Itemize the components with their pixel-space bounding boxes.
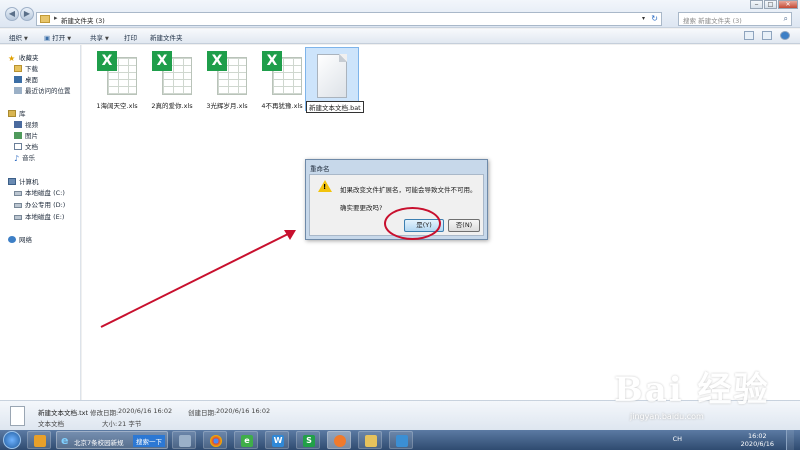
browser-icon: e [241,435,253,447]
detail-file-type: 文本文档 [38,420,64,428]
media-player-icon [334,435,346,447]
language-indicator[interactable]: CH [673,435,682,443]
taskbar-app-chrome[interactable] [203,431,227,449]
taskbar-app-tools[interactable] [172,431,196,449]
taskbar-ie-window[interactable]: e 北京7条校园新规 搜索一下 [56,431,168,449]
taskbar-app-browser[interactable]: e [234,431,258,449]
start-button[interactable] [3,431,21,449]
detail-created-label: 创建日期: [188,409,217,417]
app-icon [34,435,46,447]
app-icon [179,435,191,447]
detail-modified-label: 修改日期: [90,409,119,417]
detail-size-label: 大小: [102,420,118,428]
taskbar-app-wps-writer[interactable]: W [265,431,289,449]
clock-time: 16:02 [747,432,767,440]
app-grid-icon [396,435,408,447]
clock-date: 2020/6/16 [740,440,774,448]
detail-size: 21 字节 [118,420,142,428]
taskbar-app-explorer[interactable] [358,431,382,449]
ie-window-title: 北京7条校园新规 [74,439,124,447]
taskbar: e 北京7条校园新规 搜索一下 e W S CH 16:02 2020/6/16 [0,430,800,450]
taskbar-app-360[interactable] [27,431,51,449]
taskbar-app-grid[interactable] [389,431,413,449]
chrome-icon [210,435,222,447]
explorer-folder-icon [365,435,377,447]
wps-writer-icon: W [272,435,284,447]
show-desktop-button[interactable] [786,430,794,450]
watermark-logo: Bai 经验 [614,370,770,410]
search-button[interactable]: 搜索一下 [133,435,165,447]
clock[interactable]: 16:02 2020/6/16 [741,432,774,448]
wps-spreadsheet-icon: S [303,435,315,447]
ie-icon: e [61,434,69,447]
detail-modified: 2020/6/16 16:02 [118,407,173,415]
taskbar-app-media[interactable] [327,431,351,449]
text-file-icon [10,406,25,426]
detail-file-name: 新建文本文档.txt [38,409,89,417]
detail-created: 2020/6/16 16:02 [216,407,271,415]
taskbar-app-wps-sheet[interactable]: S [296,431,320,449]
watermark-url: jingyan.baidu.com [630,412,704,421]
